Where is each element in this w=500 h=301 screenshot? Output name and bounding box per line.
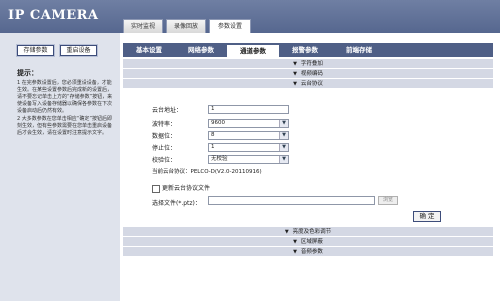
subtab-network-params[interactable]: 网络参数 — [175, 43, 227, 57]
restart-device-button[interactable]: 重启设备 — [60, 45, 97, 56]
data-bits-label: 数据位： — [152, 133, 177, 140]
tips-title: 提示： — [17, 69, 38, 77]
section-osd[interactable]: ▼ 字符叠加 — [123, 58, 493, 68]
app-title: IP CAMERA — [8, 8, 99, 23]
subtab-frontend-storage[interactable]: 前端存储 — [331, 43, 387, 57]
tip-1: 1 在完参数设置后，您必须重设设备，才能生效。在某些设置参数后完成新的设置后，请… — [17, 80, 113, 114]
ptz-address-label: 云台地址： — [152, 107, 183, 114]
update-protocol-row[interactable]: 更新云台协议文件 — [152, 183, 210, 193]
collapse-arrow-icon: ▼ — [293, 81, 297, 87]
main-panel: 基本设置 网络参数 通道参数 报警参数 前端存储 ▼ 字符叠加 ▼ 视频编码 ▼ 云台… — [123, 33, 500, 301]
section-image-adjust[interactable]: ▼ 亮度及色彩调节 — [123, 226, 493, 236]
current-protocol-text: 当前云台协议：PELCO-D(V2.0-20110916) — [152, 169, 262, 175]
tab-live-view[interactable]: 实时监视 — [123, 19, 163, 33]
confirm-button[interactable]: 确 定 — [413, 211, 441, 222]
section-ptz-label: 云台协议 — [300, 81, 323, 87]
parity-select[interactable]: 无校验 ▼ — [208, 155, 289, 164]
parity-label: 校验位： — [152, 157, 177, 164]
sub-tab-bar: 基本设置 网络参数 通道参数 报警参数 前端存储 — [123, 43, 493, 57]
baud-rate-value: 9600 — [211, 120, 225, 126]
section-privacy-mask[interactable]: ▼ 区域屏蔽 — [123, 236, 493, 246]
data-bits-select[interactable]: 8 ▼ — [208, 131, 289, 140]
tab-playback[interactable]: 录像回放 — [166, 19, 206, 33]
expand-arrow-icon: ▼ — [293, 249, 297, 255]
subtab-basic-settings[interactable]: 基本设置 — [123, 43, 175, 57]
section-video-encoding[interactable]: ▼ 视频编码 — [123, 68, 493, 78]
file-path-input[interactable] — [208, 196, 375, 205]
chevron-down-icon: ▼ — [279, 120, 288, 127]
save-params-button[interactable]: 存储参数 — [17, 45, 54, 56]
subtab-alarm-params[interactable]: 报警参数 — [279, 43, 331, 57]
stop-bits-label: 停止位： — [152, 145, 177, 152]
section-video-label: 视频编码 — [300, 71, 323, 77]
ptz-address-input[interactable]: 1 — [208, 105, 289, 114]
data-bits-value: 8 — [211, 132, 215, 138]
tab-settings[interactable]: 参数设置 — [209, 19, 251, 33]
baud-rate-label: 波特率： — [152, 121, 177, 128]
subtab-channel-params[interactable]: 通道参数 — [227, 43, 279, 57]
browse-button[interactable]: 浏览 — [378, 196, 398, 205]
tip-2: 2 大多数参数在您单击相应“确定”按钮后即刻生效，但有些参数需要在您单击重启设备… — [17, 116, 113, 136]
section-audio-params[interactable]: ▼ 音频参数 — [123, 246, 493, 256]
top-tab-bar: 实时监视 录像回放 参数设置 — [123, 19, 251, 33]
update-protocol-label: 更新云台协议文件 — [162, 185, 211, 192]
chevron-down-icon: ▼ — [279, 156, 288, 163]
update-protocol-checkbox[interactable] — [152, 184, 160, 193]
baud-rate-select[interactable]: 9600 ▼ — [208, 119, 289, 128]
header-bar: IP CAMERA 实时监视 录像回放 参数设置 — [0, 0, 500, 33]
chevron-down-icon: ▼ — [279, 132, 288, 139]
parity-value: 无校验 — [211, 156, 228, 162]
file-select-label: 选择文件(*.ptz)： — [152, 200, 201, 207]
section-ptz-protocol[interactable]: ▼ 云台协议 — [123, 78, 493, 88]
section-osd-label: 字符叠加 — [300, 61, 323, 67]
section-audio-label: 音频参数 — [300, 249, 323, 255]
stop-bits-select[interactable]: 1 ▼ — [208, 143, 289, 152]
section-mask-label: 区域屏蔽 — [300, 239, 323, 245]
stop-bits-value: 1 — [211, 144, 215, 150]
tips-text: 1 在完参数设置后，您必须重设设备，才能生效。在某些设置参数后完成新的设置后，请… — [17, 80, 115, 138]
chevron-down-icon: ▼ — [279, 144, 288, 151]
section-image-label: 亮度及色彩调节 — [292, 229, 332, 235]
